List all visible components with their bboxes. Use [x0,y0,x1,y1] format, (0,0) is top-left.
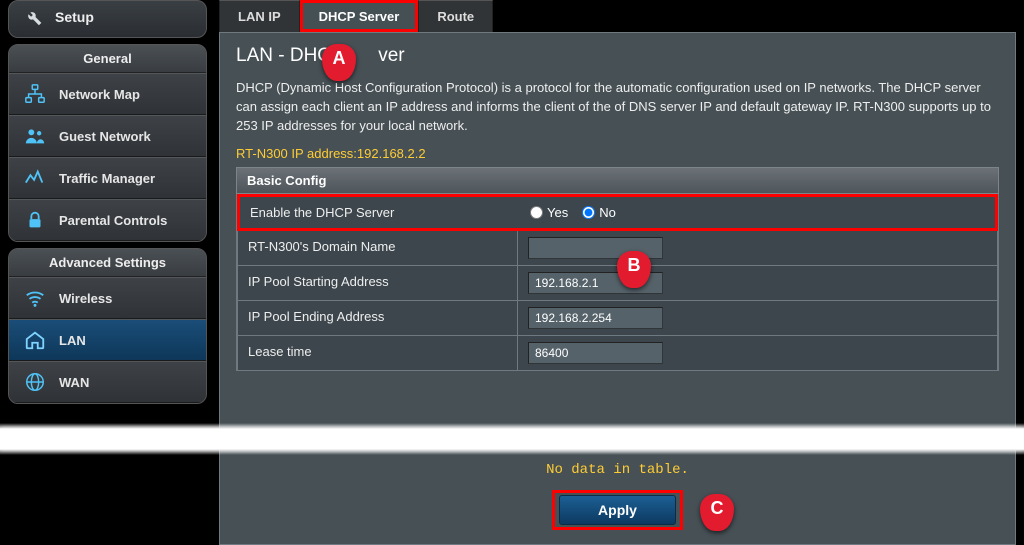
pool-start-input[interactable] [528,272,663,294]
wireless-icon [21,286,49,310]
sidebar-item-network-map[interactable]: Network Map [9,73,206,115]
enable-dhcp-no[interactable]: No [582,205,616,220]
page-title: LAN - DHCP Server [236,45,999,67]
tab-bar: LAN IP DHCP Server Route [219,0,1016,32]
domain-name-label: RT-N300's Domain Name [238,231,518,265]
wrench-icon [21,7,45,27]
enable-dhcp-yes[interactable]: Yes [530,205,568,220]
sidebar-item-lan[interactable]: LAN [9,319,206,361]
sidebar-general-header: General [9,45,206,73]
globe-icon [21,370,49,394]
lower-panel: No data in table. Apply [219,448,1016,545]
row-enable-dhcp: Enable the DHCP Server Yes No [237,194,998,231]
domain-name-input[interactable] [528,237,663,259]
router-ip-line: RT-N300 IP address:192.168.2.2 [236,146,999,161]
sidebar-general-group: General Network Map Guest Network Traffi… [8,44,207,242]
sidebar-item-wan[interactable]: WAN [9,361,206,403]
page-title-suffix: ver [378,45,404,66]
row-pool-start: IP Pool Starting Address [237,266,998,301]
sidebar-item-label: Parental Controls [59,213,167,228]
yes-label: Yes [547,205,568,220]
setup-label: Setup [55,9,94,25]
sidebar-item-label: LAN [59,333,86,348]
lease-time-label: Lease time [238,336,518,370]
network-map-icon [21,82,49,106]
pool-start-label: IP Pool Starting Address [238,266,518,300]
pool-end-input[interactable] [528,307,663,329]
enable-dhcp-radio-yes[interactable] [530,206,543,219]
sidebar-item-label: Guest Network [59,129,151,144]
sidebar-item-label: Network Map [59,87,140,102]
traffic-manager-icon [21,166,49,190]
sidebar-item-label: Wireless [59,291,112,306]
lease-time-input[interactable] [528,342,663,364]
screenshot-tear [0,428,1024,450]
sidebar-item-wireless[interactable]: Wireless [9,277,206,319]
apply-button[interactable]: Apply [559,495,676,525]
tab-dhcp-server[interactable]: DHCP Server [300,0,419,32]
sidebar-item-parental-controls[interactable]: Parental Controls [9,199,206,241]
pool-end-label: IP Pool Ending Address [238,301,518,335]
guest-network-icon [21,124,49,148]
tab-route[interactable]: Route [418,0,493,32]
enable-dhcp-label: Enable the DHCP Server [240,197,520,228]
page-description: DHCP (Dynamic Host Configuration Protoco… [236,79,999,136]
sidebar-item-label: Traffic Manager [59,171,155,186]
sidebar-item-label: WAN [59,375,89,390]
page-title-prefix: LAN - DHC [236,45,331,66]
setup-button[interactable]: Setup [8,0,207,38]
sidebar-item-guest-network[interactable]: Guest Network [9,115,206,157]
basic-config-header: Basic Config [236,167,999,194]
sidebar-item-traffic-manager[interactable]: Traffic Manager [9,157,206,199]
row-pool-end: IP Pool Ending Address [237,301,998,336]
home-icon [21,328,49,352]
sidebar-advanced-group: Advanced Settings Wireless LAN WAN [8,248,207,404]
lock-icon [21,208,49,232]
tab-lan-ip[interactable]: LAN IP [219,0,300,32]
apply-highlight: Apply [552,490,683,530]
enable-dhcp-radio-no[interactable] [582,206,595,219]
no-label: No [599,205,616,220]
no-data-message: No data in table. [236,452,999,490]
basic-config-block: Enable the DHCP Server Yes No RT-N300's [236,194,999,371]
row-domain-name: RT-N300's Domain Name [237,231,998,266]
sidebar-advanced-header: Advanced Settings [9,249,206,277]
row-lease-time: Lease time [237,336,998,370]
